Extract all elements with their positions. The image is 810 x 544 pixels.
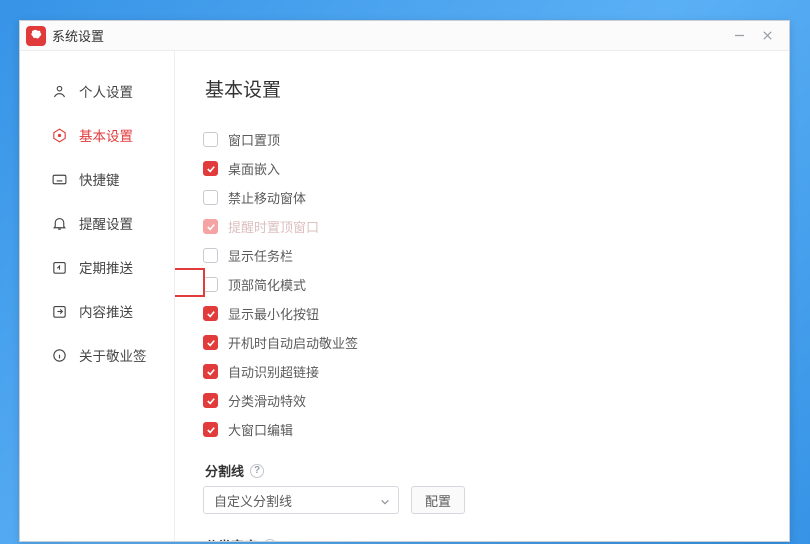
sidebar-item-label: 快捷键 [79,169,120,189]
sidebar: 个人设置 基本设置 快捷键 [20,51,175,541]
option-label: 分类滑动特效 [228,391,306,410]
sidebar-item-label: 基本设置 [79,125,133,145]
option-row: 分类滑动特效 [203,391,761,410]
sidebar-item-label: 内容推送 [79,301,133,321]
checkbox[interactable] [203,335,218,350]
app-icon [26,26,46,46]
checkbox[interactable] [203,132,218,147]
sidebar-item-label: 定期推送 [79,257,133,277]
minimize-button[interactable] [725,24,753,48]
annotation-highlight [175,268,205,297]
checkbox[interactable] [203,277,218,292]
option-row: 开机时自动启动敬业签 [203,333,761,352]
bell-icon [50,214,68,232]
sidebar-item-label: 关于敬业签 [79,345,147,365]
target-icon [50,126,68,144]
option-label: 桌面嵌入 [228,159,280,178]
main-panel: 基本设置 窗口置顶桌面嵌入禁止移动窗体提醒时置顶窗口显示任务栏顶部简化模式显示最… [175,51,789,541]
sidebar-item-reminder[interactable]: 提醒设置 [20,201,174,245]
close-button[interactable] [753,24,781,48]
checkbox[interactable] [203,248,218,263]
option-row: 提醒时置顶窗口 [203,217,761,236]
info-icon [50,346,68,364]
checkbox[interactable] [203,393,218,408]
divider-config-button[interactable]: 配置 [411,486,465,514]
divider-select[interactable]: 自定义分割线 [203,486,399,514]
width-section-label: 分类宽度 ? [205,536,761,541]
chevron-down-icon [380,495,390,505]
sidebar-item-label: 个人设置 [79,81,133,101]
sidebar-item-content-push[interactable]: 内容推送 [20,289,174,333]
option-row: 自动识别超链接 [203,362,761,381]
divider-section-label: 分割线 ? [205,461,761,480]
option-row: 大窗口编辑 [203,420,761,439]
push-icon [50,302,68,320]
sidebar-item-basic[interactable]: 基本设置 [20,113,174,157]
option-label: 显示任务栏 [228,246,293,265]
option-label: 显示最小化按钮 [228,304,319,323]
checkbox[interactable] [203,190,218,205]
sidebar-item-label: 提醒设置 [79,213,133,233]
option-label: 顶部简化模式 [228,275,306,294]
desktop-background: 系统设置 个人设置 [0,0,810,544]
options-list: 窗口置顶桌面嵌入禁止移动窗体提醒时置顶窗口显示任务栏顶部简化模式显示最小化按钮开… [203,130,761,439]
option-row: 桌面嵌入 [203,159,761,178]
checkbox [203,219,218,234]
sidebar-item-schedule[interactable]: 定期推送 [20,245,174,289]
option-row: 窗口置顶 [203,130,761,149]
schedule-icon [50,258,68,276]
sidebar-item-shortcut[interactable]: 快捷键 [20,157,174,201]
sidebar-item-personal[interactable]: 个人设置 [20,69,174,113]
checkbox[interactable] [203,306,218,321]
checkbox[interactable] [203,422,218,437]
page-title: 基本设置 [205,75,761,102]
option-row: 显示最小化按钮 [203,304,761,323]
help-icon[interactable]: ? [250,464,264,478]
checkbox[interactable] [203,364,218,379]
option-row: 禁止移动窗体 [203,188,761,207]
settings-window: 系统设置 个人设置 [19,20,790,542]
option-row: 显示任务栏 [203,246,761,265]
option-row: 顶部简化模式 [203,275,761,294]
keyboard-icon [50,170,68,188]
option-label: 自动识别超链接 [228,362,319,381]
option-label: 提醒时置顶窗口 [228,217,319,236]
option-label: 禁止移动窗体 [228,188,306,207]
help-icon[interactable]: ? [263,539,277,542]
option-label: 窗口置顶 [228,130,280,149]
user-icon [50,82,68,100]
titlebar: 系统设置 [20,21,789,51]
window-title: 系统设置 [52,26,104,45]
option-label: 大窗口编辑 [228,420,293,439]
checkbox[interactable] [203,161,218,176]
sidebar-item-about[interactable]: 关于敬业签 [20,333,174,377]
option-label: 开机时自动启动敬业签 [228,333,358,352]
